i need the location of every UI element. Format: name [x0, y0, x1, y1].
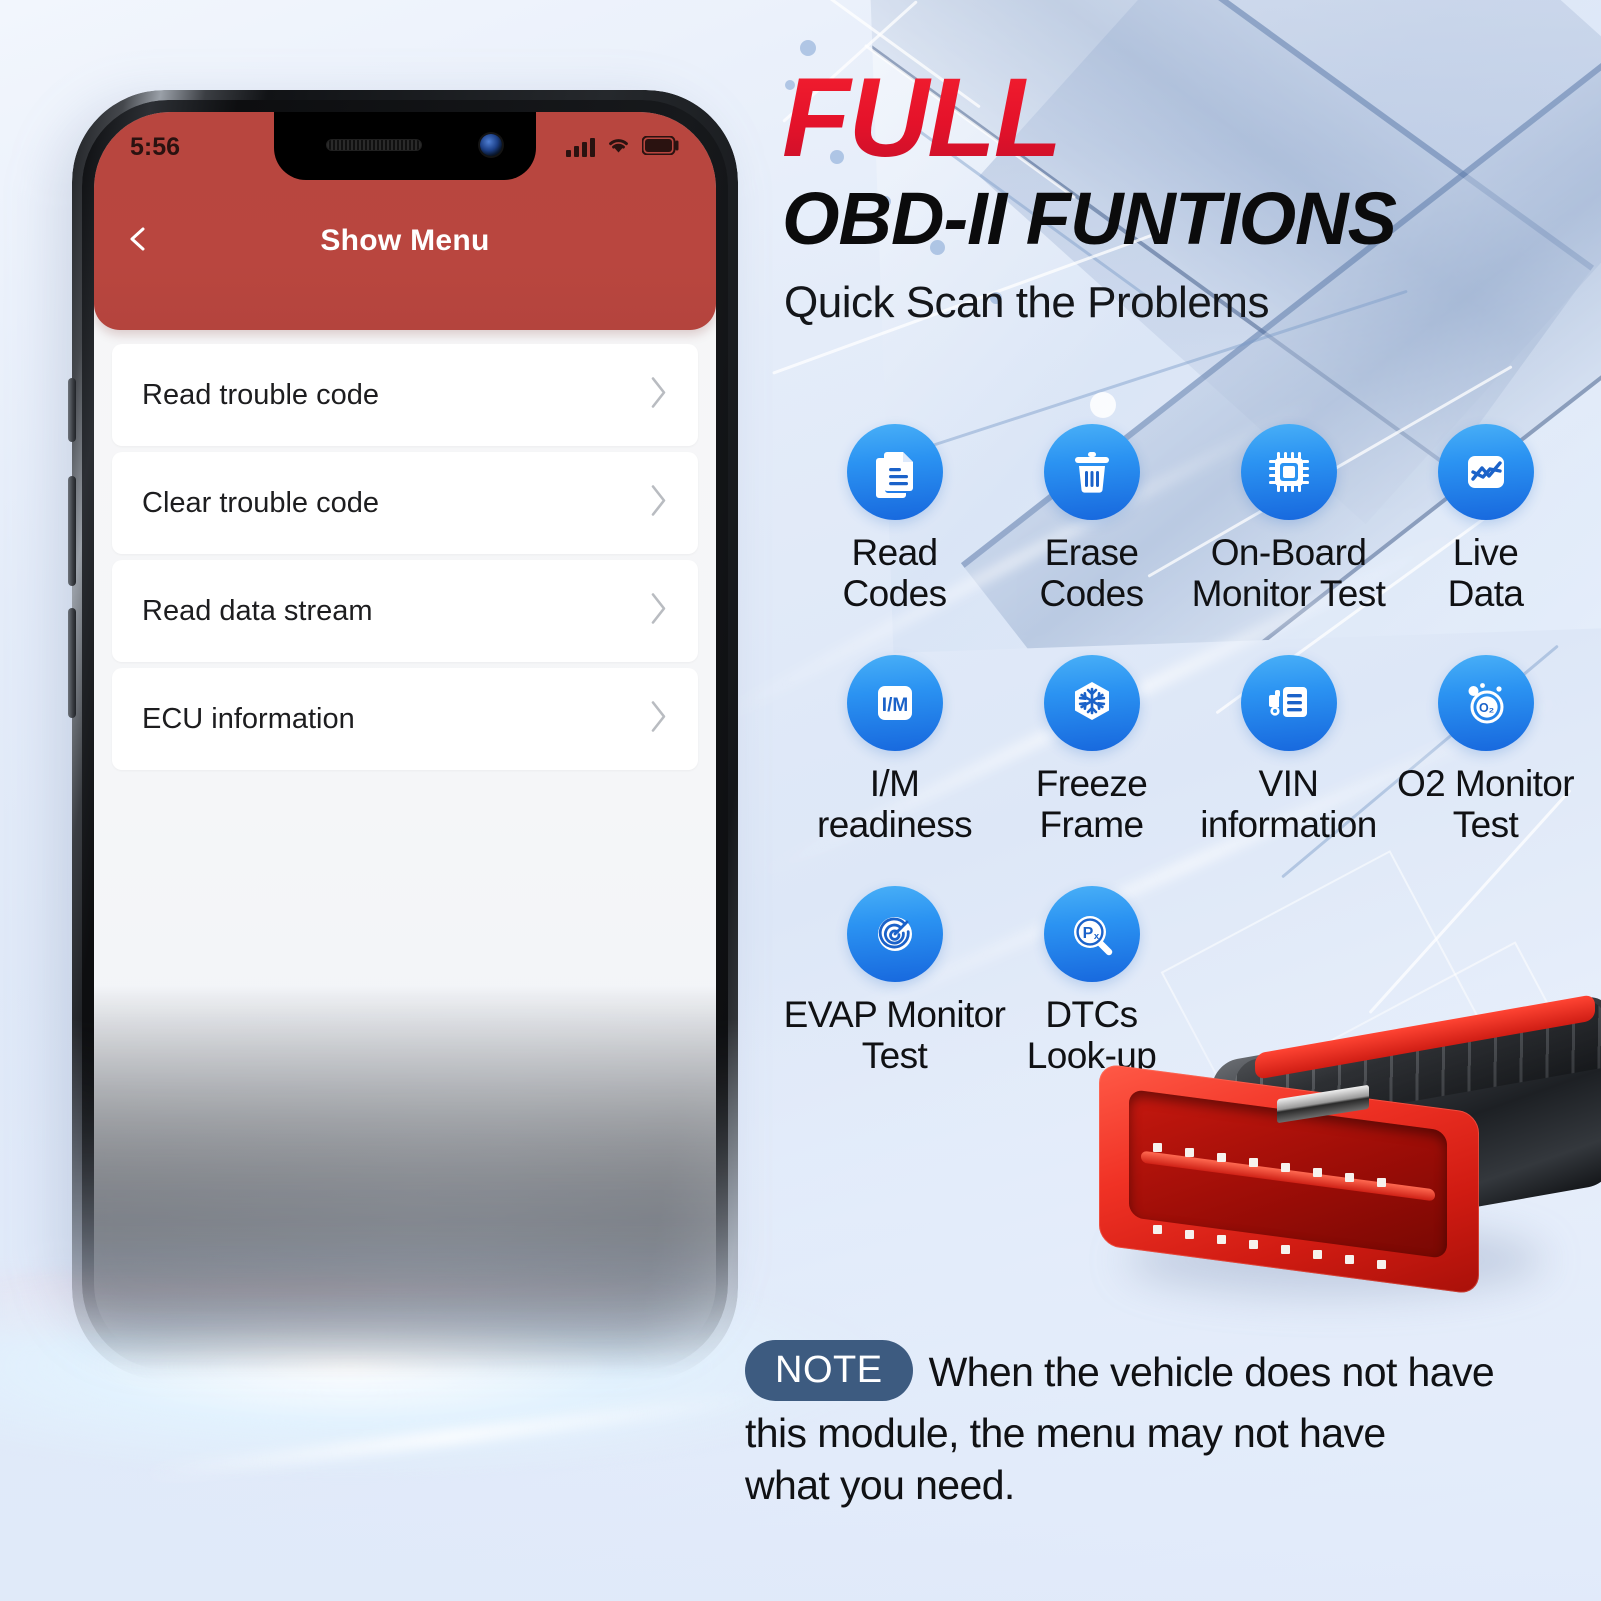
connector-pin [1281, 1163, 1290, 1172]
menu-list: Read trouble code Clear trouble code Rea… [112, 344, 698, 776]
function-label: EVAP Monitor Test [783, 993, 1006, 1077]
line-chart-icon [1437, 424, 1534, 520]
o2-bubbles-icon: O₂ [1437, 654, 1534, 751]
menu-item-label: Read trouble code [142, 378, 379, 411]
connector-pin [1377, 1178, 1386, 1187]
connector-pin [1185, 1230, 1194, 1239]
connector-pin [1313, 1168, 1322, 1177]
phone-notch [274, 112, 536, 180]
status-time: 5:56 [130, 132, 181, 161]
note-line-2: this module, the menu may not have [745, 1410, 1386, 1456]
menu-item-ecu-information[interactable]: ECU information [112, 668, 698, 770]
connector-pin [1345, 1173, 1354, 1182]
phone-mockup: 5:56 Show Menu Read trouble code Clear t… [38, 78, 738, 1380]
wifi-icon [606, 133, 631, 162]
documents-icon [846, 424, 943, 520]
connector-pin [1345, 1255, 1354, 1264]
function-grid-row: Read Codes Erase Codes On-Board Monitor … [760, 424, 1601, 615]
function-label: Live Data [1447, 532, 1524, 615]
note-line-1: When the vehicle does not have [928, 1349, 1495, 1395]
function-live-data[interactable]: Live Data [1387, 424, 1584, 615]
function-label: O2 Monitor Test [1396, 762, 1575, 846]
function-label: VIN information [1200, 762, 1377, 846]
connector-pin [1217, 1235, 1226, 1244]
connector-pin [1281, 1245, 1290, 1254]
svg-text:I/M: I/M [881, 695, 907, 716]
magnifier-px-icon: P x [1043, 885, 1140, 982]
chevron-right-icon [648, 483, 670, 524]
menu-item-label: Clear trouble code [142, 486, 379, 519]
radar-target-icon [846, 885, 943, 982]
function-label: Freeze Frame [1035, 762, 1148, 846]
function-im-readiness[interactable]: I/M I/M readiness [796, 654, 993, 846]
connector-pin [1153, 1225, 1162, 1234]
chevron-right-icon [648, 375, 670, 416]
connector-pin [1377, 1260, 1386, 1269]
svg-text:x: x [1093, 931, 1099, 942]
function-label: Read Codes [842, 532, 948, 615]
note-badge: NOTE [745, 1340, 913, 1401]
function-erase-codes[interactable]: Erase Codes [993, 424, 1190, 615]
cellular-signal-icon [566, 137, 595, 157]
phone-mute-switch[interactable] [68, 378, 76, 442]
function-vin-information[interactable]: VIN information [1190, 654, 1387, 846]
connector-pin [1313, 1250, 1322, 1259]
note-block: NOTE When the vehicle does not have this… [745, 1340, 1505, 1512]
function-evap-monitor-test[interactable]: EVAP Monitor Test [784, 885, 1006, 1077]
menu-item-label: Read data stream [142, 594, 373, 627]
function-label: Erase Codes [1039, 532, 1145, 615]
page-title: Show Menu [320, 224, 490, 257]
function-grid: Read Codes Erase Codes On-Board Monitor … [760, 424, 1601, 1077]
function-freeze-frame[interactable]: Freeze Frame [993, 654, 1190, 846]
trash-can-icon [1043, 424, 1140, 520]
function-on-board-monitor-test[interactable]: On-Board Monitor Test [1190, 424, 1387, 615]
phone-screen: 5:56 Show Menu Read trouble code Clear t… [94, 112, 716, 1360]
menu-item-label: ECU information [142, 702, 355, 735]
connector-pin [1153, 1143, 1162, 1152]
function-read-codes[interactable]: Read Codes [796, 424, 993, 615]
headline-subtitle: Quick Scan the Problems [784, 278, 1269, 327]
cpu-chip-icon [1240, 424, 1337, 520]
headline-secondary: OBD-II FUNTIONS [782, 177, 1397, 260]
phone-volume-up-button[interactable] [68, 476, 76, 586]
note-text-continued: this module, the menu may not have what … [745, 1407, 1505, 1512]
obd2-connector-image [1085, 993, 1601, 1340]
phone-volume-down-button[interactable] [68, 608, 76, 718]
chevron-right-icon [648, 591, 670, 632]
note-line-3: what you need. [745, 1462, 1015, 1509]
connector-pin [1185, 1148, 1194, 1157]
connector-pin [1249, 1240, 1258, 1249]
menu-item-read-data-stream[interactable]: Read data stream [112, 560, 698, 662]
function-label: On-Board Monitor Test [1191, 532, 1386, 615]
app-navigation-bar: 5:56 Show Menu [94, 112, 716, 330]
chevron-right-icon [648, 699, 670, 740]
svg-text:P: P [1082, 925, 1093, 942]
headline-primary: FULL [782, 55, 1062, 180]
function-grid-row: I/M I/M readiness Freeze Frame VIN infor… [760, 654, 1601, 846]
front-camera-icon [480, 134, 502, 156]
truck-document-icon [1240, 654, 1337, 751]
svg-text:O₂: O₂ [1478, 701, 1493, 715]
note-text: When the vehicle does not have [929, 1340, 1495, 1398]
snowflake-icon [1043, 654, 1140, 751]
function-o2-monitor-test[interactable]: O₂ O2 Monitor Test [1387, 654, 1584, 846]
menu-item-clear-trouble-code[interactable]: Clear trouble code [112, 452, 698, 554]
function-label: I/M readiness [816, 762, 973, 846]
battery-icon [641, 133, 680, 162]
im-text-icon: I/M [846, 654, 943, 751]
connector-pin [1217, 1153, 1226, 1162]
earpiece-speaker [326, 139, 422, 151]
connector-pin [1249, 1158, 1258, 1167]
menu-item-read-trouble-code[interactable]: Read trouble code [112, 344, 698, 446]
